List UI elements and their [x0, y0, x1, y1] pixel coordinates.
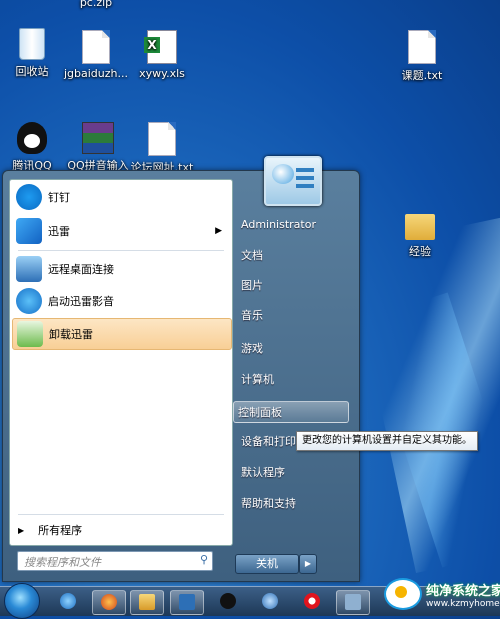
menu-item-uninstall-xunlei[interactable]: 卸载迅雷 — [12, 318, 232, 350]
all-programs-label: 所有程序 — [38, 524, 83, 537]
desktop-icon-label: jgbaiduzh... — [63, 67, 128, 80]
menu-item-remote-desktop[interactable]: 远程桌面连接 — [12, 254, 230, 284]
desktop-icon-label: 经验 — [409, 245, 431, 258]
menu-separator — [18, 250, 224, 251]
right-item-label: 图片 — [241, 279, 263, 292]
taskbar-qq[interactable] — [212, 590, 244, 613]
watermark: 纯净系统之家 www.kzmyhome.com — [384, 578, 500, 610]
app-icon — [179, 594, 195, 610]
menu-item-label: 迅雷 — [48, 225, 70, 238]
recycle-bin-icon — [19, 28, 45, 60]
desktop-cut-label: pc.zip — [79, 0, 113, 9]
firefox-icon — [101, 594, 117, 610]
desktop-icon-xywy[interactable]: X xywy.xls — [124, 30, 200, 80]
qq-icon — [220, 593, 236, 609]
right-item-user[interactable]: Administrator — [237, 214, 353, 236]
control-panel-tooltip: 更改您的计算机设置并自定义其功能。 — [296, 431, 478, 451]
search-placeholder: 搜索程序和文件 — [24, 556, 101, 569]
right-item-default-programs[interactable]: 默认程序 — [237, 462, 353, 484]
desktop-icon-label: 回收站 — [15, 65, 49, 78]
right-item-documents[interactable]: 文档 — [237, 245, 353, 267]
menu-item-dingtalk[interactable]: 钉钉 — [12, 182, 230, 212]
right-item-control-panel[interactable]: 控制面板 — [233, 401, 349, 423]
app-icon — [345, 594, 361, 610]
user-avatar[interactable] — [264, 156, 322, 206]
uninstall-icon — [17, 321, 43, 347]
right-item-label: 游戏 — [241, 342, 263, 355]
excel-file-icon: X — [144, 30, 177, 64]
qq-icon — [17, 122, 47, 154]
text-file-icon — [148, 122, 176, 156]
ie-icon — [60, 593, 76, 609]
taskbar-explorer[interactable] — [130, 590, 164, 615]
remote-desktop-icon — [16, 256, 42, 282]
taskbar-firefox[interactable] — [92, 590, 126, 615]
folder-icon — [139, 594, 155, 610]
right-item-label: 帮助和支持 — [241, 497, 296, 510]
watermark-url: www.kzmyhome.com — [426, 598, 500, 609]
right-item-pictures[interactable]: 图片 — [237, 275, 353, 297]
shutdown-label: 关机 — [256, 557, 278, 570]
menu-item-label: 卸载迅雷 — [49, 328, 93, 341]
right-item-help[interactable]: 帮助和支持 — [237, 493, 353, 515]
taskbar-app[interactable] — [170, 590, 204, 615]
shutdown-options-button[interactable]: ▶ — [299, 554, 317, 574]
desktop-icon-label: 课题.txt — [401, 69, 443, 82]
watermark-logo-icon — [384, 578, 422, 610]
document-icon — [82, 30, 110, 64]
taskbar-ie[interactable] — [52, 590, 84, 613]
xunlei-icon — [16, 218, 42, 244]
right-item-computer[interactable]: 计算机 — [237, 369, 353, 391]
opera-icon — [304, 593, 320, 609]
right-item-label: 文档 — [241, 249, 263, 262]
desktop-icon-forum[interactable]: 论坛网址.txt — [124, 122, 200, 175]
taskbar-app2[interactable] — [254, 590, 286, 613]
right-item-games[interactable]: 游戏 — [237, 338, 353, 360]
menu-item-label: 远程桌面连接 — [48, 263, 114, 276]
menu-item-xunlei-player[interactable]: 启动迅雷影音 — [12, 286, 230, 316]
watermark-title: 纯净系统之家 — [426, 583, 500, 599]
menu-item-label: 钉钉 — [48, 191, 70, 204]
app-icon — [262, 593, 278, 609]
user-name: Administrator — [241, 218, 316, 231]
all-programs-button[interactable]: ▶ 所有程序 — [18, 522, 82, 538]
right-item-label: 计算机 — [241, 373, 274, 386]
menu-separator — [18, 514, 224, 515]
menu-item-xunlei[interactable]: 迅雷 ▶ — [12, 216, 230, 246]
taskbar-opera[interactable] — [296, 590, 328, 613]
shutdown-button[interactable]: 关机 — [235, 554, 299, 574]
taskbar-app3[interactable] — [336, 590, 370, 615]
desktop-icon-keti[interactable]: 课题.txt — [384, 30, 460, 83]
right-item-label: 控制面板 — [238, 406, 282, 419]
tooltip-text: 更改您的计算机设置并自定义其功能。 — [302, 435, 472, 446]
right-item-music[interactable]: 音乐 — [237, 305, 353, 327]
search-icon[interactable]: ⚲ — [200, 553, 208, 566]
menu-item-label: 启动迅雷影音 — [48, 295, 114, 308]
start-menu: 钉钉 迅雷 ▶ 远程桌面连接 启动迅雷影音 卸载迅雷 ▶ 所有程序 搜索程序和文… — [2, 170, 360, 582]
desktop-icon-label: xywy.xls — [139, 67, 185, 80]
start-orb-button[interactable] — [4, 583, 40, 619]
start-search-input[interactable]: 搜索程序和文件 ⚲ — [17, 551, 213, 571]
start-menu-programs-pane: 钉钉 迅雷 ▶ 远程桌面连接 启动迅雷影音 卸载迅雷 ▶ 所有程序 — [9, 179, 233, 546]
folder-icon — [405, 214, 435, 240]
right-item-label: 默认程序 — [241, 466, 285, 479]
desktop-icon-jgbaiduzh[interactable]: jgbaiduzh... — [58, 30, 134, 80]
dingtalk-icon — [16, 184, 42, 210]
xunlei-player-icon — [16, 288, 42, 314]
desktop-icon-jingyan[interactable]: 经验 — [382, 214, 458, 259]
winrar-icon — [82, 122, 114, 154]
right-item-label: 音乐 — [241, 309, 263, 322]
text-file-icon — [408, 30, 436, 64]
expand-arrow-icon: ▶ — [18, 525, 25, 535]
submenu-arrow-icon: ▶ — [215, 226, 222, 236]
